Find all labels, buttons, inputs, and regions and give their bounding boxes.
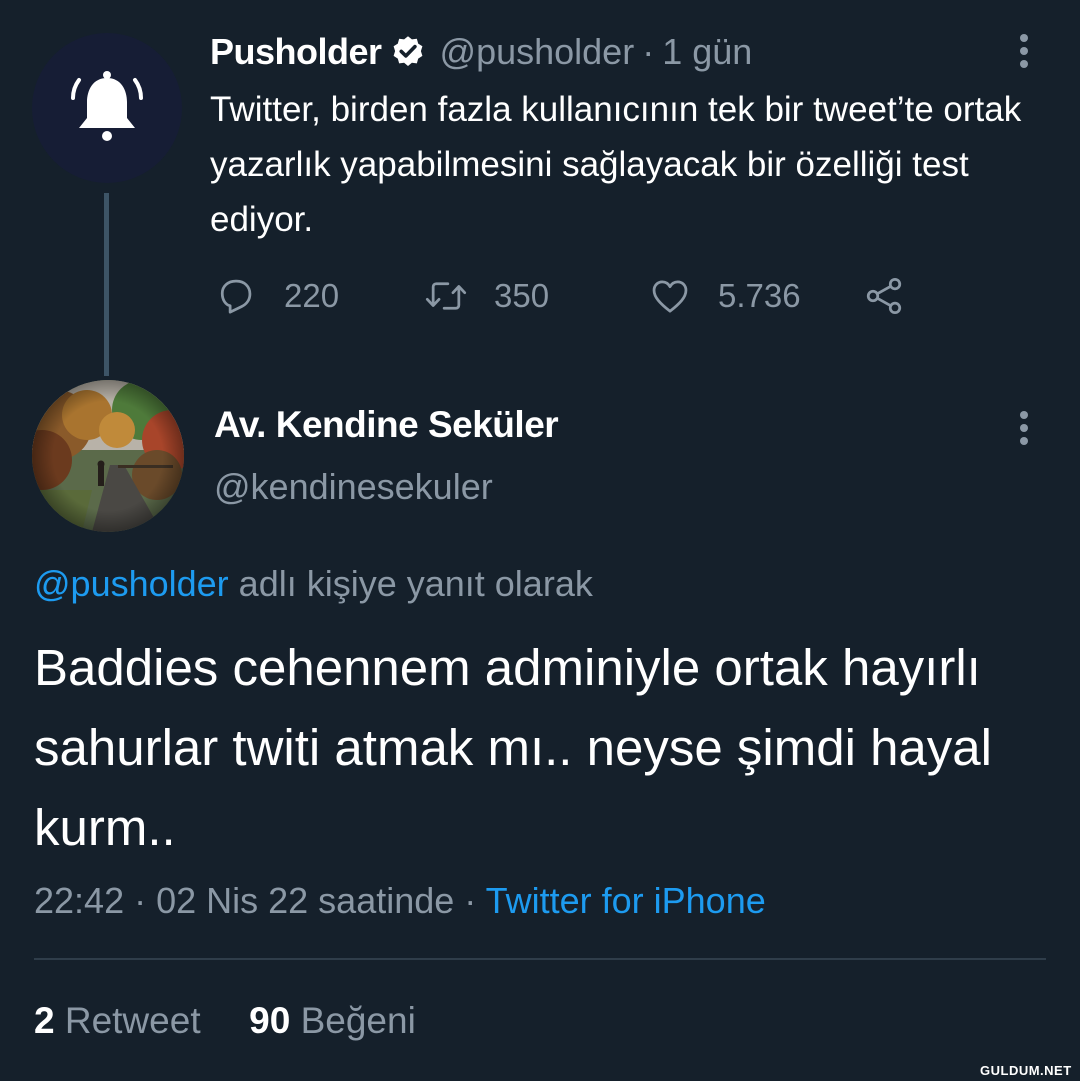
- reply-tweet-text: Baddies cehennem adminiyle ortak hayırlı…: [34, 639, 992, 856]
- parent-more-button[interactable]: [1012, 33, 1036, 69]
- reply-button[interactable]: 220: [214, 272, 339, 320]
- like-stat-label: Beğeni: [300, 1000, 416, 1041]
- parent-display-name[interactable]: Pusholder: [210, 31, 382, 73]
- tweet-source-link[interactable]: Twitter for iPhone: [486, 880, 766, 921]
- parent-handle[interactable]: @pusholder: [440, 31, 635, 73]
- tweet-timestamp[interactable]: 22:42 · 02 Nis 22 saatinde: [34, 880, 454, 921]
- reply-handle[interactable]: @kendinesekuler: [214, 466, 493, 508]
- divider: [34, 958, 1046, 960]
- retweet-count: 350: [494, 277, 550, 314]
- thread-connector-line: [104, 193, 109, 376]
- watermark-text: GULDUM.NET: [980, 1063, 1072, 1078]
- reply-more-button[interactable]: [1012, 410, 1036, 446]
- heart-icon: [652, 280, 688, 313]
- retweet-stat-count: 2: [34, 1000, 55, 1041]
- kendinesekuler-avatar[interactable]: [32, 380, 184, 532]
- reply-display-name[interactable]: Av. Kendine Seküler: [214, 404, 559, 446]
- retweet-button[interactable]: 350: [424, 272, 549, 320]
- header-separator: ·: [642, 31, 655, 72]
- reply-to-suffix: adlı kişiye yanıt olarak: [228, 563, 593, 604]
- more-vertical-icon: [1020, 411, 1028, 445]
- retweets-stat[interactable]: 2 Retweet: [34, 1000, 201, 1041]
- like-stat-count: 90: [249, 1000, 291, 1041]
- likes-stat[interactable]: 90 Beğeni: [249, 1000, 416, 1041]
- share-button[interactable]: [862, 272, 906, 320]
- meta-separator: ·: [454, 880, 486, 921]
- share-icon: [866, 277, 902, 315]
- parent-tweet-header: Pusholder @pusholder · 1 gün: [210, 30, 752, 74]
- bell-icon: [71, 71, 143, 141]
- autumn-path-photo: [32, 380, 184, 532]
- pusholder-avatar[interactable]: [32, 33, 182, 183]
- tweet-meta: 22:42 · 02 Nis 22 saatinde · Twitter for…: [34, 880, 766, 922]
- replying-to-line: @pusholder adlı kişiye yanıt olarak: [34, 563, 593, 605]
- more-vertical-icon: [1020, 34, 1028, 68]
- reply-to-mention-link[interactable]: @pusholder: [34, 563, 229, 604]
- parent-tweet-text: Twitter, birden fazla kullanıcının tek b…: [210, 90, 1022, 239]
- reply-count: 220: [284, 277, 340, 314]
- retweet-icon: [425, 282, 467, 310]
- reply-icon: [220, 279, 252, 314]
- retweet-stat-label: Retweet: [64, 1000, 201, 1041]
- like-button[interactable]: 5.736: [648, 272, 801, 320]
- tweet-stats: 2 Retweet 90 Beğeni: [34, 1000, 416, 1042]
- parent-action-bar: 220 350 5.736: [214, 272, 934, 320]
- like-count: 5.736: [718, 277, 801, 314]
- verified-badge-icon: [390, 34, 426, 70]
- parent-time[interactable]: 1 gün: [662, 31, 752, 73]
